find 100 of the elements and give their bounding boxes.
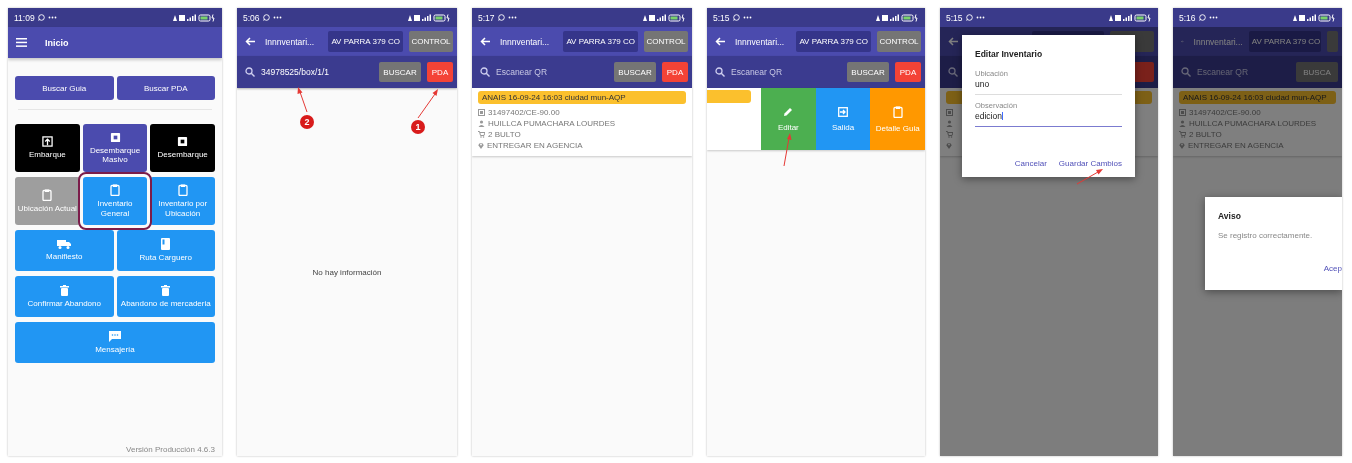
person-icon xyxy=(478,119,485,127)
status-time: 5:15 xyxy=(713,12,730,23)
book-icon xyxy=(161,238,171,251)
more-icon xyxy=(1208,16,1218,19)
document-icon xyxy=(946,108,953,116)
search-button[interactable]: BUSCAR xyxy=(847,62,889,82)
exit-icon xyxy=(838,106,848,117)
annotation-arrow xyxy=(1076,169,1103,185)
chat-icon xyxy=(497,14,505,21)
location-pin-icon xyxy=(478,141,484,149)
menu-tile[interactable]: Confirmar Abandono xyxy=(15,276,114,317)
guide-card[interactable]: ANAIS 16-09-24 16:03 ciudad mun-AQP 31497402/CE-90.00 HUILLCA PUMACHARA LOURDES 2 BULTO ENTREGAR EN AGENCIA xyxy=(472,88,692,156)
search-icon xyxy=(1181,67,1191,77)
status-icons-drawing xyxy=(1292,13,1336,22)
dialog-title: Aviso xyxy=(1218,211,1242,221)
menu-tile[interactable]: Mensajería xyxy=(15,322,215,363)
cart-icon xyxy=(478,130,485,138)
control-button[interactable]: CONTROL xyxy=(644,31,688,52)
chat-icon xyxy=(37,14,45,21)
search-guide-button[interactable]: Buscar Guia xyxy=(15,76,114,100)
search-field[interactable]: Escanear QR xyxy=(731,67,841,77)
dialog-message: Se registro correctamente. xyxy=(1218,231,1314,240)
chat-icon xyxy=(262,14,270,21)
back-arrow-icon[interactable] xyxy=(245,37,255,46)
search-guide-button[interactable]: Buscar PDA xyxy=(116,76,215,100)
upload-icon xyxy=(41,136,53,148)
search-button[interactable]: BUSCAR xyxy=(379,62,421,82)
card-line: 31497402/CE-90.00 xyxy=(488,107,560,117)
search-icon xyxy=(715,67,725,77)
store-chip: AV PARRA 379 CO xyxy=(328,31,403,52)
pda-button[interactable]: PDA xyxy=(662,62,688,82)
location-pin-icon xyxy=(946,141,952,149)
chat-icon xyxy=(965,14,973,21)
dialog-button[interactable]: Cancelar xyxy=(1014,159,1047,168)
menu-tile[interactable]: Inventario por Ubicación xyxy=(150,177,215,225)
cart-icon xyxy=(946,130,953,138)
search-field[interactable]: 34978525/box/1/1 xyxy=(261,67,373,77)
status-icons-drawing xyxy=(1108,13,1152,22)
person-icon xyxy=(946,119,953,127)
menu-tile[interactable]: Desembarque xyxy=(150,124,215,172)
menu-tile[interactable]: Ubicación Actual xyxy=(15,177,80,225)
swipe-action-button[interactable]: Editar xyxy=(761,88,816,150)
document-icon xyxy=(1179,108,1186,116)
control-button[interactable]: CONTROL xyxy=(409,31,453,52)
clipboard-icon xyxy=(892,105,903,118)
pda-button[interactable]: PDA xyxy=(895,62,921,82)
store-chip: AV PARRA 379 CO xyxy=(796,31,871,52)
app-title: Inicio xyxy=(45,37,69,48)
menu-tile[interactable]: Desembarque Masivo xyxy=(82,124,148,172)
annotation-arrow xyxy=(297,87,308,113)
menu-icon[interactable] xyxy=(16,38,27,47)
dialog-button[interactable]: Guardar Cambios xyxy=(1058,159,1122,168)
menu-tile[interactable]: Ruta Carguero xyxy=(116,230,215,271)
more-icon xyxy=(507,16,517,19)
search-field[interactable]: Escanear QR xyxy=(1197,67,1290,77)
menu-tile[interactable]: Manifiesto xyxy=(15,230,114,271)
cart-icon xyxy=(1179,130,1186,138)
status-time: 5:16 xyxy=(1179,12,1196,23)
status-time: 5:06 xyxy=(243,12,260,23)
search-icon xyxy=(480,67,490,77)
store-chip: AV PARRA 379 CO xyxy=(1248,31,1321,52)
location-pin-icon xyxy=(1179,141,1185,149)
accept-button[interactable]: Acep xyxy=(1323,264,1342,281)
box-icon xyxy=(109,131,121,143)
pda-button[interactable]: PDA xyxy=(427,62,453,82)
back-arrow-icon[interactable] xyxy=(948,37,958,46)
menu-tile[interactable]: Abandono de mercaderia xyxy=(116,276,215,317)
status-icons-drawing xyxy=(407,13,451,22)
back-arrow-icon[interactable] xyxy=(480,37,490,46)
swipe-action-button[interactable]: Salida xyxy=(815,88,871,150)
clipboard-icon xyxy=(42,188,53,201)
clipboard-icon xyxy=(110,184,120,197)
screen-title: Innnventari... xyxy=(734,36,786,47)
back-arrow-icon[interactable] xyxy=(715,37,725,46)
annotation-arrow xyxy=(783,133,792,167)
version-text: Versión Producción 4.6.3 xyxy=(126,445,215,454)
menu-tile[interactable]: Embarque xyxy=(15,124,80,172)
screen-title: Innnventari... xyxy=(499,36,551,47)
step-marker: 1 xyxy=(411,120,425,134)
card-line: ENTREGAR EN AGENCIA xyxy=(1188,140,1284,150)
store-chip: AV PARRA 379 CO xyxy=(563,31,638,52)
search-button[interactable]: BUSCAR xyxy=(614,62,656,82)
control-button[interactable]: CONTROL xyxy=(877,31,921,52)
status-time: 11:09 xyxy=(14,12,35,23)
trash-icon xyxy=(161,284,171,296)
chat-icon xyxy=(1198,14,1206,21)
trash-icon xyxy=(59,284,69,296)
chat-icon xyxy=(732,14,740,21)
status-icons-drawing xyxy=(642,13,686,22)
search-field[interactable]: Escanear QR xyxy=(496,67,608,77)
box-icon xyxy=(177,136,189,148)
screen-title: Innnventari... xyxy=(1192,36,1243,47)
status-time: 5:17 xyxy=(478,12,495,23)
step-marker: 2 xyxy=(300,115,314,129)
pencil-icon xyxy=(783,106,794,117)
search-icon xyxy=(245,67,255,77)
card-header: ANAIS 16-09-24 16:03 ciudad mun-AQP xyxy=(1179,91,1336,104)
empty-message: No hay información xyxy=(312,267,382,277)
dialog-title: Editar Inventario xyxy=(975,49,1044,59)
card-header: ANAIS 16-09-24 16:03 ciudad mun-AQP xyxy=(478,91,686,104)
